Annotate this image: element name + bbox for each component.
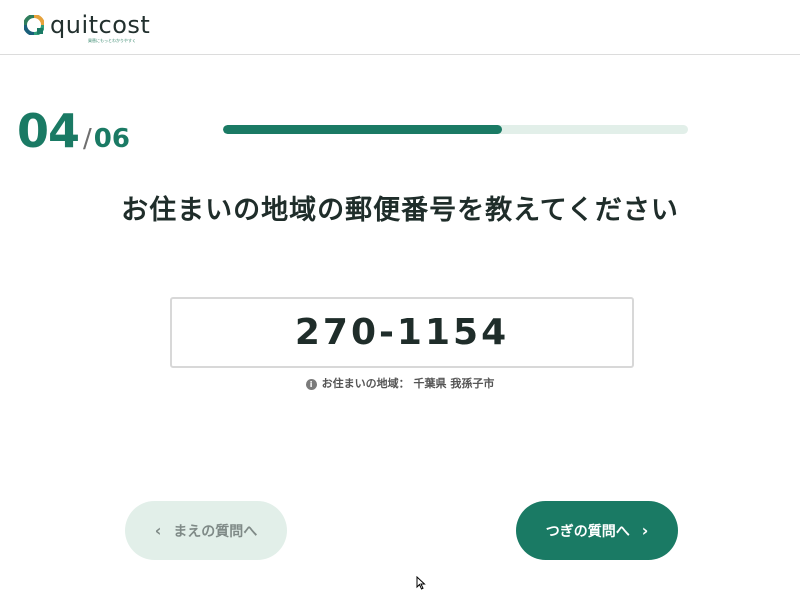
logo-text: quitcost bbox=[50, 11, 151, 39]
logo-mark-icon bbox=[24, 15, 44, 35]
step-separator: / bbox=[83, 124, 92, 154]
page: quitcost 買替にもっとわかりやすく 04/06 お住まいの地域の郵便番号… bbox=[0, 0, 800, 598]
chevron-right-icon: › bbox=[641, 521, 649, 540]
mouse-cursor-icon bbox=[416, 576, 426, 590]
chevron-left-icon: ‹ bbox=[154, 521, 162, 540]
info-icon: i bbox=[305, 378, 317, 390]
prev-question-label: まえの質問へ bbox=[173, 523, 258, 540]
header: quitcost 買替にもっとわかりやすく bbox=[0, 0, 800, 55]
progress-bar bbox=[223, 125, 688, 134]
next-question-label: つぎの質問へ bbox=[545, 523, 630, 540]
logo-tagline: 買替にもっとわかりやすく bbox=[88, 38, 136, 43]
region-hint-value: 千葉県 我孫子市 bbox=[413, 377, 495, 390]
step-total: 06 bbox=[93, 124, 130, 154]
progress-fill bbox=[223, 125, 502, 134]
question-title: お住まいの地域の郵便番号を教えてください bbox=[121, 195, 679, 226]
region-hint: i お住まいの地域： 千葉県 我孫子市 bbox=[0, 375, 800, 391]
step-counter: 04/06 bbox=[17, 104, 130, 158]
step-current: 04 bbox=[17, 104, 80, 158]
prev-question-button[interactable]: ‹ まえの質問へ bbox=[125, 501, 287, 560]
next-question-button[interactable]: つぎの質問へ › bbox=[516, 501, 678, 560]
zip-code-input[interactable] bbox=[170, 297, 634, 368]
region-hint-label: お住まいの地域： bbox=[321, 377, 410, 390]
